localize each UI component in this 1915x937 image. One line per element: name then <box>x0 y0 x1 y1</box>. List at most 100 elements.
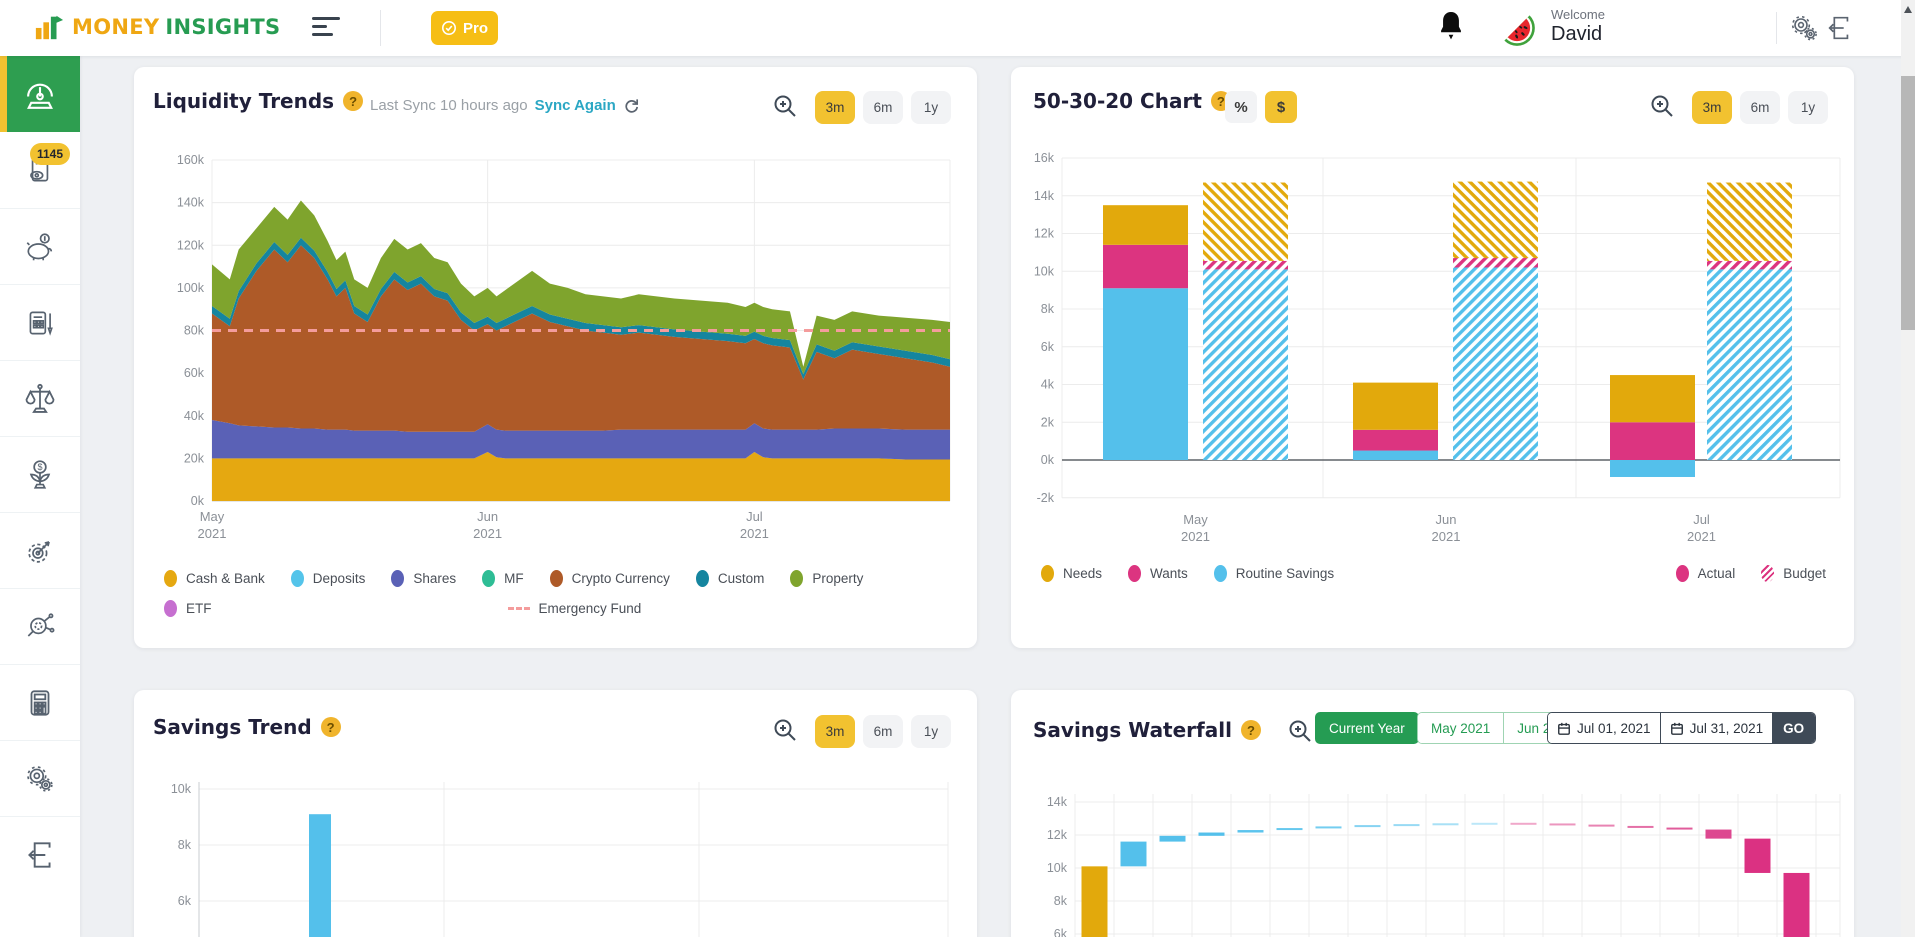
may-2021-button[interactable]: May 2021 <box>1418 713 1503 743</box>
logout-icon[interactable] <box>1824 13 1854 48</box>
legend-item[interactable]: Crypto Currency <box>550 570 670 587</box>
budget-needs-bar[interactable] <box>1203 183 1288 261</box>
waterfall-bar[interactable] <box>1472 823 1498 825</box>
range-3m-button[interactable]: 3m <box>1692 91 1732 124</box>
waterfall-bar[interactable] <box>1511 823 1537 825</box>
legend-item[interactable]: Wants <box>1128 565 1188 582</box>
range-1y-button[interactable]: 1y <box>911 715 951 748</box>
zoom-in-icon[interactable] <box>1287 718 1313 749</box>
notifications-bell-icon[interactable] <box>1437 9 1465 48</box>
waterfall-bar[interactable] <box>1277 828 1303 830</box>
sidebar-item-networth[interactable] <box>0 360 80 436</box>
waterfall-bar[interactable] <box>1550 823 1576 825</box>
actual-needs-bar[interactable] <box>1610 375 1695 422</box>
waterfall-bar[interactable] <box>1667 828 1693 830</box>
actual-routine-savings-bar[interactable] <box>1103 288 1188 460</box>
range-6m-button[interactable]: 6m <box>863 91 903 124</box>
settings-gear-icon[interactable] <box>1788 13 1820 48</box>
zoom-in-icon[interactable] <box>772 717 798 748</box>
legend-item[interactable]: Property <box>790 570 863 587</box>
waterfall-bar[interactable] <box>1394 824 1420 826</box>
range-1y-button[interactable]: 1y <box>911 91 951 124</box>
dollar-toggle-button[interactable]: $ <box>1265 91 1297 123</box>
waterfall-bar[interactable] <box>1160 836 1186 842</box>
legend-item[interactable]: Cash & Bank <box>164 570 265 587</box>
sync-again-link[interactable]: Sync Again <box>535 97 616 114</box>
sidebar-item-reports[interactable]: 1145 <box>0 132 80 208</box>
waterfall-bar[interactable] <box>1745 839 1771 873</box>
help-icon[interactable]: ? <box>321 717 341 737</box>
current-year-button[interactable]: Current Year <box>1315 712 1419 744</box>
waterfall-bar[interactable] <box>1589 825 1615 827</box>
actual-wants-bar[interactable] <box>1103 245 1188 288</box>
avatar-watermelon[interactable] <box>1496 7 1538 49</box>
go-button[interactable]: GO <box>1772 713 1815 743</box>
sidebar-item-analysis[interactable] <box>0 588 80 664</box>
budget-wants-bar[interactable] <box>1707 261 1792 269</box>
budget-routine-savings-bar[interactable] <box>1453 267 1538 460</box>
budget-wants-bar[interactable] <box>1203 261 1288 269</box>
zoom-in-icon[interactable] <box>1649 93 1675 124</box>
legend-item[interactable]: MF <box>482 570 524 587</box>
svg-text:May2021: May2021 <box>198 509 227 541</box>
actual-routine-savings-bar[interactable] <box>1353 451 1438 460</box>
date-from-field[interactable]: Jul 01, 2021 <box>1548 713 1660 743</box>
waterfall-bar[interactable] <box>1121 842 1147 867</box>
menu-toggle-icon[interactable] <box>312 17 342 41</box>
actual-routine-savings-bar[interactable] <box>1610 460 1695 477</box>
range-1y-button[interactable]: 1y <box>1788 91 1828 124</box>
waterfall-bar[interactable] <box>1199 833 1225 836</box>
actual-needs-bar[interactable] <box>1353 383 1438 430</box>
legend-item[interactable]: Shares <box>391 570 456 587</box>
range-6m-button[interactable]: 6m <box>863 715 903 748</box>
sidebar-item-settings[interactable] <box>0 740 80 816</box>
budget-wants-bar[interactable] <box>1453 258 1538 267</box>
legend-item[interactable]: Actual <box>1676 565 1736 582</box>
legend-item[interactable]: Emergency Fund <box>508 601 642 616</box>
zoom-in-icon[interactable] <box>772 93 798 124</box>
waterfall-bar[interactable] <box>1706 830 1732 839</box>
actual-wants-bar[interactable] <box>1353 430 1438 451</box>
sidebar-item-logout[interactable] <box>0 816 80 892</box>
actual-wants-bar[interactable] <box>1610 422 1695 460</box>
waterfall-bar[interactable] <box>1238 830 1264 832</box>
waterfall-bar[interactable] <box>1784 873 1810 937</box>
range-6m-button[interactable]: 6m <box>1740 91 1780 124</box>
sidebar-item-goals[interactable] <box>0 512 80 588</box>
date-to-field[interactable]: Jul 31, 2021 <box>1660 713 1773 743</box>
legend-item[interactable]: Custom <box>696 570 765 587</box>
help-icon[interactable]: ? <box>343 91 363 111</box>
percent-toggle-button[interactable]: % <box>1225 91 1257 123</box>
sidebar-item-investments[interactable]: $ <box>0 436 80 512</box>
waterfall-bar[interactable] <box>1082 866 1108 937</box>
actual-needs-bar[interactable] <box>1103 205 1188 245</box>
sidebar-item-calculators[interactable] <box>0 664 80 740</box>
waterfall-bar[interactable] <box>1433 823 1459 825</box>
sidebar-item-savings[interactable] <box>0 208 80 284</box>
app-logo[interactable]: MONEYINSIGHTS <box>34 12 280 42</box>
legend-item[interactable]: ETF <box>164 600 212 617</box>
scrollbar-thumb[interactable] <box>1901 76 1915 330</box>
waterfall-bar[interactable] <box>1628 826 1654 828</box>
legend-item[interactable]: Budget <box>1761 565 1826 582</box>
legend-item[interactable]: Routine Savings <box>1214 565 1334 582</box>
range-3m-button[interactable]: 3m <box>815 91 855 124</box>
sidebar-item-dashboard[interactable] <box>0 56 80 132</box>
scrollbar-up-arrow[interactable] <box>1904 6 1912 13</box>
legend-item[interactable]: Needs <box>1041 565 1102 582</box>
budget-needs-bar[interactable] <box>1453 182 1538 258</box>
budget-routine-savings-bar[interactable] <box>1203 269 1288 460</box>
sidebar-item-budget[interactable] <box>0 284 80 360</box>
savings-bar[interactable] <box>309 814 331 937</box>
budget-routine-savings-bar[interactable] <box>1707 269 1792 460</box>
help-icon[interactable]: ? <box>1241 720 1261 740</box>
area-layer[interactable] <box>212 452 950 501</box>
page-scrollbar[interactable] <box>1901 0 1915 937</box>
legend-item[interactable]: Deposits <box>291 570 366 587</box>
pro-button[interactable]: Pro <box>431 11 498 45</box>
refresh-icon[interactable] <box>623 97 640 114</box>
budget-needs-bar[interactable] <box>1707 183 1792 261</box>
range-3m-button[interactable]: 3m <box>815 715 855 748</box>
waterfall-bar[interactable] <box>1355 825 1381 827</box>
waterfall-bar[interactable] <box>1316 826 1342 828</box>
